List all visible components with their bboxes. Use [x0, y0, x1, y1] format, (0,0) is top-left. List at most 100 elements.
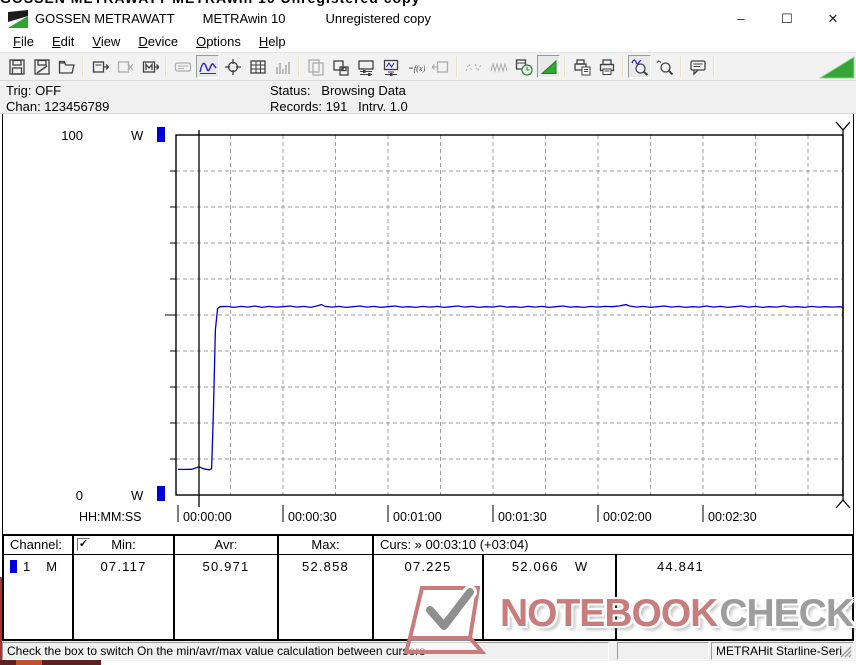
x-tick-label: 00:02:00: [603, 510, 652, 524]
save-as-icon: [33, 58, 51, 76]
resize-grip[interactable]: [838, 644, 852, 658]
time-export-icon: [515, 58, 533, 76]
status-bar: Check the box to switch On the min/avr/m…: [0, 641, 856, 661]
store-to-file-button[interactable]: [329, 55, 352, 78]
artifact-red-edge: [0, 577, 2, 665]
device-connect-button[interactable]: [88, 55, 111, 78]
x-tick-label: 00:00:30: [288, 510, 337, 524]
y-axis-unit-top: W: [131, 128, 143, 143]
print-preview-button[interactable]: [570, 55, 593, 78]
header-cursor-readout: Curs: » 00:03:10 (+03:04): [374, 536, 852, 554]
measurement-table: Channel: ✓ Min: Avr: Max: Curs: » 00:03:…: [2, 534, 854, 641]
status-empty-panel: [617, 642, 709, 660]
close-button[interactable]: ✕: [810, 6, 856, 31]
cell-cursor2-value: 52.066W: [484, 555, 617, 639]
online-monitor-button[interactable]: [379, 55, 402, 78]
annotation-button[interactable]: [686, 55, 709, 78]
zoom-curve-icon: [631, 58, 649, 76]
data-table-view-button[interactable]: [246, 55, 269, 78]
zoom-tool-button[interactable]: [653, 55, 676, 78]
cell-min: 07.117: [74, 555, 175, 639]
channel-marker-top[interactable]: [157, 127, 165, 142]
device-connect-icon: [91, 58, 109, 76]
print-preview-icon: [573, 58, 591, 76]
cell-cursor-diff: 44.841: [617, 555, 852, 639]
start-recording-icon: [540, 58, 558, 76]
online-monitor-icon: [382, 58, 400, 76]
menu-edit[interactable]: Edit: [43, 32, 83, 51]
table-header-row: Channel: ✓ Min: Avr: Max: Curs: » 00:03:…: [4, 536, 852, 555]
svg-text:=f(x): =f(x): [408, 63, 425, 73]
menu-options[interactable]: Options: [187, 32, 250, 51]
channel-mode: M: [46, 559, 57, 574]
store-to-file-icon: [332, 58, 350, 76]
x-tick-label: 00:01:00: [393, 510, 442, 524]
toolbar-corner-green-triangle: [819, 56, 855, 79]
header-min: ✓ Min:: [74, 536, 175, 554]
save-as-button[interactable]: [30, 55, 53, 78]
device-memory-button[interactable]: [138, 55, 161, 78]
multimeter-display-icon: [174, 58, 192, 76]
header-channel: Channel:: [4, 536, 74, 554]
wave-coarse-icon: [465, 58, 483, 76]
power-chart[interactable]: [3, 114, 855, 534]
open-file-button[interactable]: [55, 55, 78, 78]
toolbar-separator: [622, 56, 624, 77]
wave-fine-button: [487, 55, 510, 78]
formula-button[interactable]: =f(x): [404, 55, 427, 78]
device-name-panel: METRAHit Starline-Seri: [711, 642, 854, 660]
trigger-status: Trig: OFF: [6, 83, 61, 98]
minimize-button[interactable]: –: [718, 6, 764, 31]
save-data-icon: [8, 58, 26, 76]
cell-avr: 50.971: [175, 555, 279, 639]
time-axis-format-label: HH:MM:SS: [79, 510, 142, 524]
chart-panel: 100 W 0 W HH:MM:SS 00:00:0000:00:3000:01…: [2, 114, 854, 534]
annotation-icon: [689, 58, 707, 76]
multimeter-display-button: [171, 55, 194, 78]
minmax-checkbox[interactable]: ✓: [77, 538, 90, 551]
maximize-button[interactable]: ☐: [764, 6, 810, 31]
device-disconnect-icon: [116, 58, 134, 76]
save-data-button[interactable]: [5, 55, 28, 78]
app-window: GOSSEN METRAWATT METRAwin 10 Unregistere…: [0, 0, 856, 665]
app-logo-icon: [8, 9, 28, 29]
transfer-settings-icon: [357, 58, 375, 76]
title-brand: GOSSEN METRAWATT: [35, 11, 175, 26]
menu-view[interactable]: View: [83, 32, 129, 51]
start-recording-button[interactable]: [537, 55, 560, 78]
records-text: Records: 191 Intrv. 1.0: [270, 99, 408, 114]
toolbar-separator: [713, 56, 715, 77]
y-axis-max-label: 100: [53, 128, 83, 143]
channel-number: 1: [23, 559, 30, 574]
menu-file[interactable]: File: [4, 32, 43, 51]
zoom-curve-button[interactable]: [628, 55, 651, 78]
print-button[interactable]: [595, 55, 618, 78]
cursor-2-top-handle[interactable]: [836, 122, 850, 135]
title-license: Unregistered copy: [325, 11, 431, 26]
x-tick-label: 00:00:00: [183, 510, 232, 524]
title-app: METRAwin 10: [203, 11, 286, 26]
open-file-icon: [58, 58, 76, 76]
y-axis-unit-bottom: W: [131, 488, 143, 503]
transfer-settings-button[interactable]: [354, 55, 377, 78]
menu-device[interactable]: Device: [129, 32, 187, 51]
chart-view-button[interactable]: [196, 55, 219, 78]
channel-list: Chan: 123456789: [6, 99, 109, 114]
title-bar: GOSSEN METRAWATT METRAwin 10 Unregistere…: [0, 6, 856, 31]
menu-help[interactable]: Help: [250, 32, 295, 51]
channel-marker-bottom[interactable]: [157, 486, 165, 501]
cursor-tools-icon: [224, 58, 242, 76]
time-export-button[interactable]: [512, 55, 535, 78]
device-disconnect-button: [113, 55, 136, 78]
toolbar: =f(x): [0, 53, 856, 81]
copy-button: [304, 55, 327, 78]
menu-bar: FileEditViewDeviceOptionsHelp: [0, 31, 856, 53]
read-device-button: [429, 55, 452, 78]
toolbar-separator: [564, 56, 566, 77]
toolbar-separator: [82, 56, 84, 77]
cursor-2-bottom-handle[interactable]: [836, 495, 850, 508]
cell-channel[interactable]: 1 M: [4, 555, 74, 639]
wave-fine-icon: [490, 58, 508, 76]
cursor-tools-button[interactable]: [221, 55, 244, 78]
print-icon: [598, 58, 616, 76]
